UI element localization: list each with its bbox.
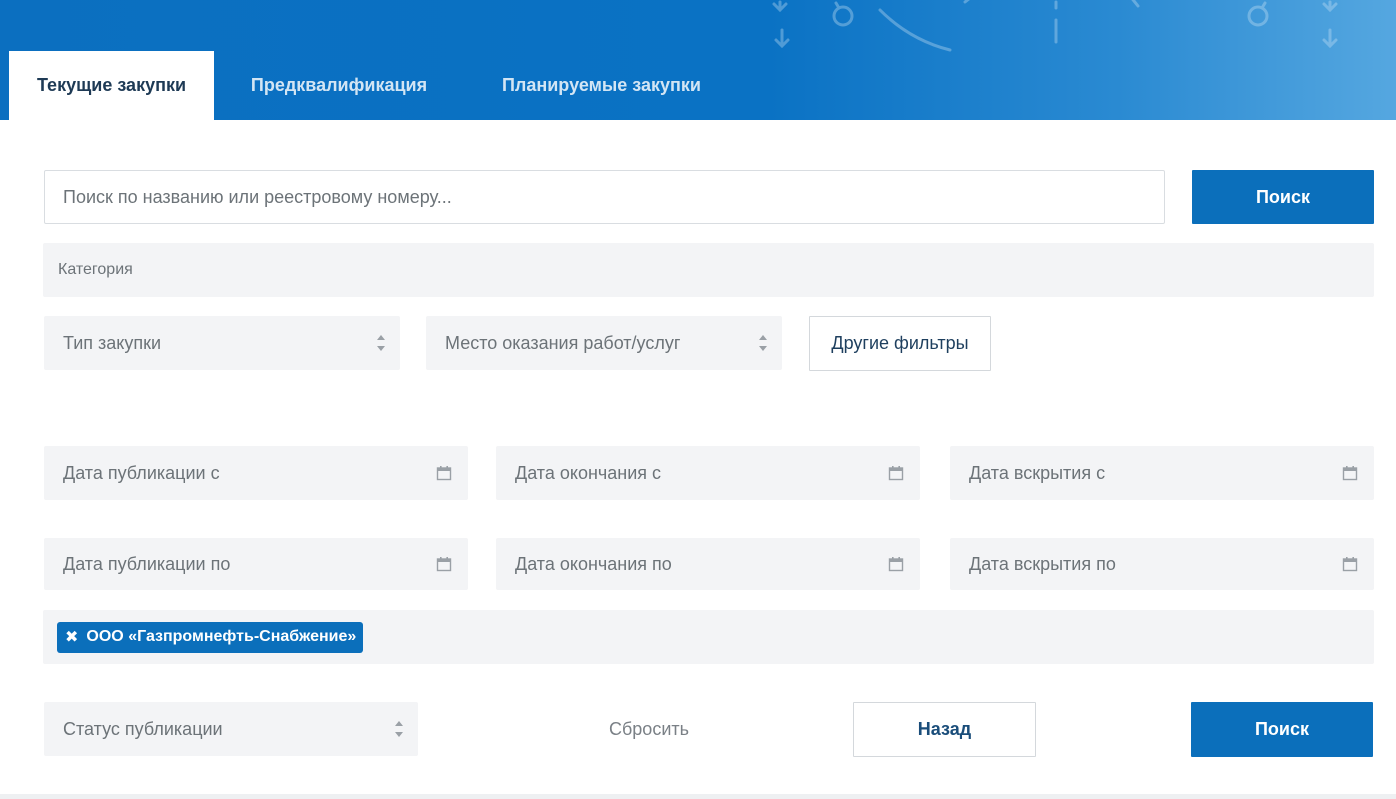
purchase-type-label: Тип закупки bbox=[63, 332, 162, 353]
calendar-icon bbox=[1342, 557, 1358, 572]
purchase-tabs: Текущие закупки Предквалификация Планиру… bbox=[9, 51, 739, 120]
calendar-icon bbox=[888, 557, 904, 572]
other-filters-button[interactable]: Другие фильтры bbox=[809, 316, 991, 371]
end-date-from[interactable]: Дата окончания с bbox=[496, 446, 920, 500]
bottom-search-button[interactable]: Поиск bbox=[1191, 702, 1373, 757]
page-bottom-divider bbox=[0, 794, 1396, 799]
publication-date-to[interactable]: Дата публикации по bbox=[44, 538, 468, 590]
calendar-icon bbox=[1342, 466, 1358, 481]
reset-link[interactable]: Сбросить bbox=[560, 702, 738, 756]
opening-date-from-label: Дата вскрытия с bbox=[969, 462, 1106, 483]
calendar-icon bbox=[888, 466, 904, 481]
category-select[interactable]: Категория bbox=[43, 243, 1374, 297]
organization-tags-field[interactable]: ✖ ООО «Газпромнефть-Снабжение» bbox=[43, 610, 1374, 664]
remove-tag-icon[interactable]: ✖ bbox=[65, 627, 78, 647]
end-date-to[interactable]: Дата окончания по bbox=[496, 538, 920, 590]
publication-status-select[interactable]: Статус публикации bbox=[44, 702, 418, 756]
end-date-to-label: Дата окончания по bbox=[515, 553, 672, 574]
sort-arrows-icon bbox=[395, 721, 403, 737]
tab-planned-purchases[interactable]: Планируемые закупки bbox=[464, 51, 739, 120]
opening-date-to-label: Дата вскрытия по bbox=[969, 553, 1116, 574]
category-label: Категория bbox=[58, 261, 133, 278]
publication-date-from[interactable]: Дата публикации с bbox=[44, 446, 468, 500]
organization-tag-label: ООО «Газпромнефть-Снабжение» bbox=[86, 628, 357, 645]
calendar-icon bbox=[436, 466, 452, 481]
publication-date-from-label: Дата публикации с bbox=[63, 462, 220, 483]
publication-status-label: Статус публикации bbox=[63, 718, 223, 739]
organization-tag[interactable]: ✖ ООО «Газпромнефть-Снабжение» bbox=[57, 621, 364, 653]
tab-prequalification[interactable]: Предквалификация bbox=[214, 51, 464, 120]
sort-arrows-icon bbox=[377, 335, 385, 351]
decorative-pattern-icon bbox=[772, 0, 1338, 52]
location-label: Место оказания работ/услуг bbox=[445, 332, 681, 353]
end-date-from-label: Дата окончания с bbox=[515, 462, 662, 483]
location-select[interactable]: Место оказания работ/услуг bbox=[426, 316, 782, 370]
opening-date-to[interactable]: Дата вскрытия по bbox=[950, 538, 1374, 590]
back-button[interactable]: Назад bbox=[853, 702, 1036, 757]
publication-date-to-label: Дата публикации по bbox=[63, 553, 231, 574]
purchase-type-select[interactable]: Тип закупки bbox=[44, 316, 400, 370]
opening-date-from[interactable]: Дата вскрытия с bbox=[950, 446, 1374, 500]
sort-arrows-icon bbox=[759, 335, 767, 351]
search-input[interactable] bbox=[44, 170, 1165, 224]
search-button[interactable]: Поиск bbox=[1192, 170, 1374, 224]
tab-current-purchases[interactable]: Текущие закупки bbox=[9, 51, 214, 120]
calendar-icon bbox=[436, 557, 452, 572]
